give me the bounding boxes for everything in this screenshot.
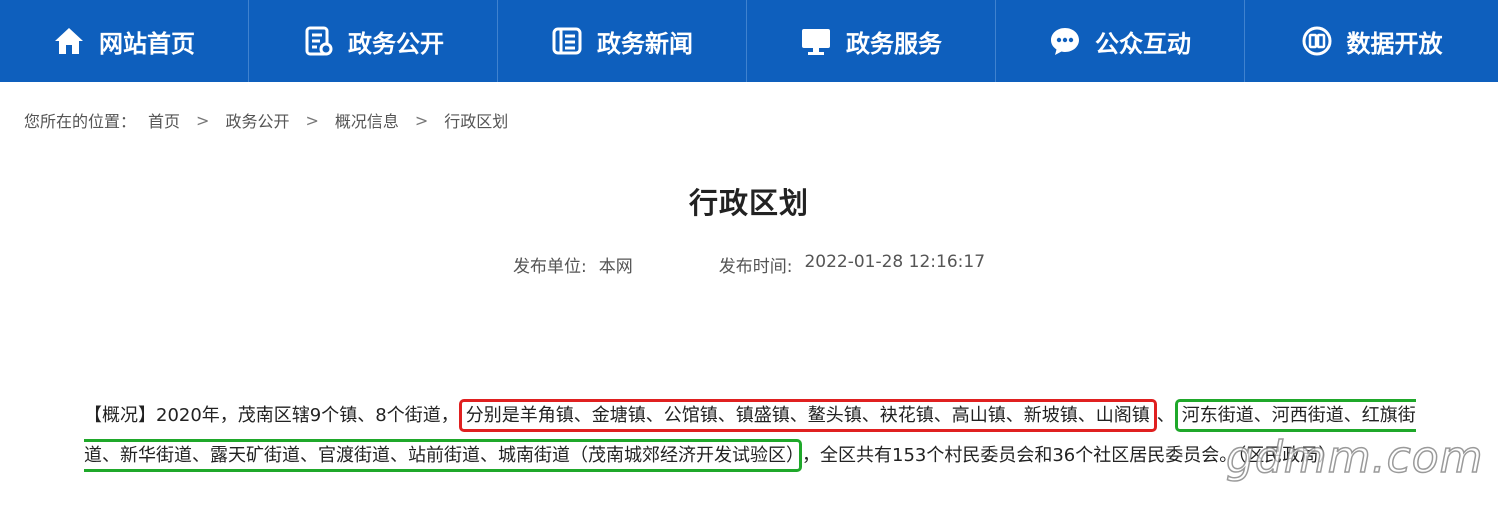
data-icon <box>1301 25 1333 57</box>
breadcrumb-home-link[interactable]: 首页 <box>148 108 180 132</box>
nav-item-label: 数据开放 <box>1346 29 1443 58</box>
nav-item-data-open[interactable]: 数据开放 <box>1245 0 1498 82</box>
towns-highlight: 分别是羊角镇、金塘镇、公馆镇、镇盛镇、鳌头镇、袂花镇、高山镇、新坡镇、山阁镇 <box>458 399 1157 432</box>
nav-item-gov-news[interactable]: 政务新闻 <box>498 0 747 82</box>
publish-time-value: 2022-01-28 12:16:17 <box>804 252 986 272</box>
breadcrumb-separator: > <box>414 110 429 130</box>
nav-item-gov-affairs-open[interactable]: 政务公开 <box>249 0 498 82</box>
monitor-icon <box>800 25 832 57</box>
document-icon <box>302 25 334 57</box>
article-content: 【概况】2020年，茂南区辖9个镇、8个街道， 分别是羊角镇、金塘镇、公馆镇、镇盛… <box>84 396 1424 476</box>
breadcrumb-gov-affairs-open-link[interactable]: 政务公开 <box>225 108 289 132</box>
paragraph-separator: 、 <box>1156 405 1175 426</box>
news-icon <box>551 25 583 57</box>
chat-icon <box>1049 25 1081 57</box>
breadcrumb-separator: > <box>196 110 210 130</box>
publisher-label: 发布单位: <box>512 257 587 277</box>
publisher-value: 本网 <box>598 257 633 277</box>
breadcrumb-overview-link[interactable]: 概况信息 <box>335 108 399 132</box>
paragraph-outro: ，全区共有153个村民委员会和36个社区居民委员会。（区民政局） <box>802 445 1337 466</box>
publish-time-info: 发布时间: 2022-01-28 12:16:17 <box>719 252 985 277</box>
publisher-info: 发布单位: 本网 <box>513 252 633 277</box>
nav-item-public-interaction[interactable]: 公众互动 <box>996 0 1245 82</box>
article-meta: 发布单位: 本网 发布时间: 2022-01-28 12:16:17 <box>0 252 1498 277</box>
breadcrumb-separator: > <box>305 110 319 130</box>
top-navigation: 网站首页 政务公开 政务新闻 政务服务 公众互动 数据开放 <box>0 0 1498 82</box>
nav-item-label: 政务公开 <box>348 29 444 58</box>
breadcrumb-current-page[interactable]: 行政区划 <box>444 108 508 132</box>
paragraph-intro: 【概况】2020年，茂南区辖9个镇、8个街道， <box>84 405 459 426</box>
nav-item-label: 公众互动 <box>1095 29 1191 58</box>
breadcrumb-prefix: 您所在的位置： <box>24 112 137 131</box>
nav-item-home[interactable]: 网站首页 <box>0 0 249 82</box>
publish-time-label: 发布时间: <box>718 257 793 277</box>
nav-item-gov-services[interactable]: 政务服务 <box>747 0 996 82</box>
nav-item-label: 政务服务 <box>846 29 942 58</box>
breadcrumb: 您所在的位置： 首页 > 政务公开 > 概况信息 > 行政区划 <box>24 108 508 132</box>
page-title: 行政区划 <box>688 186 809 220</box>
nav-item-label: 政务新闻 <box>597 29 693 58</box>
nav-item-label: 网站首页 <box>99 29 195 58</box>
home-icon <box>53 25 85 57</box>
